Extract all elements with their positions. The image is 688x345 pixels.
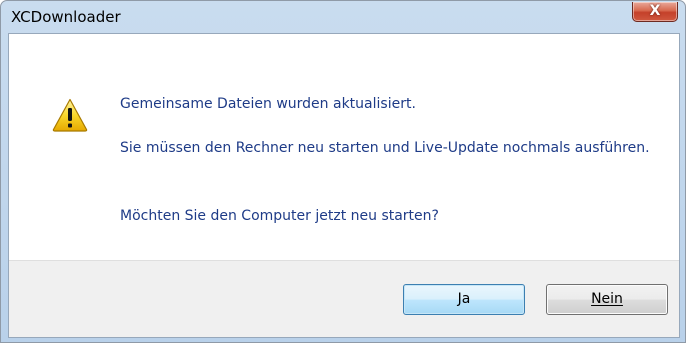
close-button[interactable]: X xyxy=(632,2,678,22)
message-line-2: Sie müssen den Rechner neu starten und L… xyxy=(120,140,650,156)
dialog-window: XCDownloader X Gemeinsame Dateien wurden… xyxy=(0,0,686,343)
message-area: Gemeinsame Dateien wurden aktualisiert. … xyxy=(9,34,679,262)
no-button[interactable]: Nein xyxy=(546,284,668,315)
window-title: XCDownloader xyxy=(11,8,121,26)
dialog-body: Gemeinsame Dateien wurden aktualisiert. … xyxy=(8,33,680,338)
message-line-3: Möchten Sie den Computer jetzt neu start… xyxy=(120,208,439,224)
message-line-1: Gemeinsame Dateien wurden aktualisiert. xyxy=(120,96,416,112)
yes-button[interactable]: Ja xyxy=(403,284,525,315)
no-button-label: Nein xyxy=(591,291,623,307)
close-icon: X xyxy=(649,3,661,19)
title-bar[interactable]: XCDownloader X xyxy=(1,1,685,33)
button-bar: Ja Nein xyxy=(9,260,679,337)
warning-icon xyxy=(52,98,88,132)
